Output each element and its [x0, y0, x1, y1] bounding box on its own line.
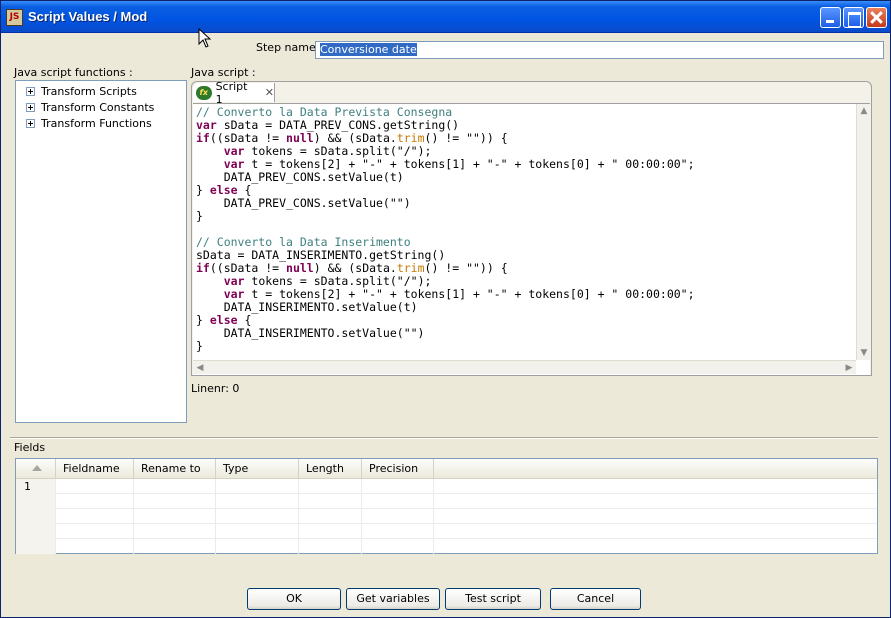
expand-icon[interactable]: [26, 118, 35, 128]
get-variables-button[interactable]: Get variables: [346, 588, 440, 610]
column-header[interactable]: Precision: [362, 459, 434, 479]
row-number-header[interactable]: [16, 459, 56, 479]
code-line[interactable]: DATA_PREV_CONS.setValue(t): [196, 171, 695, 184]
code-line[interactable]: }: [196, 340, 695, 353]
fx-script-icon: fx: [196, 85, 212, 100]
table-cell[interactable]: [362, 479, 434, 494]
tab-script-1[interactable]: fx Script 1 ✕: [193, 80, 275, 106]
line-number-status: Linenr: 0: [191, 382, 240, 395]
window-title: Script Values / Mod: [28, 9, 148, 24]
step-name-input[interactable]: Conversione date: [315, 41, 884, 59]
maximize-button[interactable]: [843, 7, 864, 28]
table-row[interactable]: 1: [16, 479, 877, 494]
java-script-label: Java script :: [191, 66, 256, 79]
fields-table[interactable]: Fieldname Rename to Type Length Precisio…: [15, 458, 878, 554]
javascript-app-icon: JS: [6, 9, 23, 26]
tree-item-transform-constants[interactable]: Transform Constants: [26, 100, 154, 114]
code-line[interactable]: }: [196, 210, 695, 223]
empty-row: [16, 524, 877, 539]
table-cell[interactable]: [299, 479, 362, 494]
close-icon: [867, 8, 886, 27]
expand-icon[interactable]: [26, 102, 35, 112]
script-code[interactable]: // Converto la Data Prevista Consegna var…: [196, 106, 695, 353]
code-line[interactable]: DATA_INSERIMENTO.setValue(""): [196, 327, 695, 340]
table-cell[interactable]: [216, 479, 299, 494]
scroll-up-icon[interactable]: ▲: [857, 104, 870, 118]
step-name-value: Conversione date: [320, 43, 417, 56]
tree-item-transform-scripts[interactable]: Transform Scripts: [26, 84, 137, 98]
code-line[interactable]: DATA_INSERIMENTO.setValue(t): [196, 301, 695, 314]
mouse-pointer-icon: [198, 28, 212, 48]
code-line[interactable]: DATA_PREV_CONS.setValue(""): [196, 197, 695, 210]
separator: [10, 437, 878, 439]
functions-tree[interactable]: Transform Scripts Transform Constants Tr…: [15, 80, 187, 423]
tab-close-icon[interactable]: ✕: [265, 86, 274, 99]
test-script-button[interactable]: Test script: [445, 588, 541, 610]
cancel-button[interactable]: Cancel: [550, 588, 641, 610]
step-name-label: Step name: [256, 41, 316, 54]
minimize-icon: [821, 8, 840, 27]
script-editor[interactable]: // Converto la Data Prevista Consegna var…: [193, 103, 870, 375]
scroll-right-icon[interactable]: ▶: [842, 361, 856, 375]
tree-item-label: Transform Functions: [41, 116, 152, 130]
script-tab-folder: fx Script 1 ✕ // Converto la Data Previs…: [191, 80, 872, 376]
empty-row: [16, 539, 877, 554]
column-header[interactable]: Type: [216, 459, 299, 479]
tab-label: Script 1: [215, 79, 248, 106]
dialog-window: JS Script Values / Mod Step name Convers…: [0, 0, 891, 618]
close-button[interactable]: [866, 7, 887, 28]
tree-item-label: Transform Scripts: [41, 84, 137, 98]
scroll-down-icon[interactable]: ▼: [857, 346, 870, 360]
table-header: Fieldname Rename to Type Length Precisio…: [16, 459, 877, 479]
expand-icon[interactable]: [26, 86, 35, 96]
title-bar[interactable]: JS Script Values / Mod: [1, 1, 890, 33]
ok-button[interactable]: OK: [247, 588, 341, 610]
table-cell[interactable]: [134, 479, 216, 494]
vertical-scrollbar[interactable]: ▲ ▼: [856, 104, 870, 360]
fields-label: Fields: [14, 441, 46, 454]
column-header[interactable]: Length: [299, 459, 362, 479]
maximize-icon: [844, 8, 863, 27]
column-header[interactable]: Fieldname: [56, 459, 134, 479]
tree-item-label: Transform Constants: [41, 100, 155, 114]
minimize-button[interactable]: [820, 7, 841, 28]
functions-label: Java script functions :: [14, 66, 133, 79]
scroll-left-icon[interactable]: ◀: [193, 361, 207, 375]
sort-arrow-icon: [32, 465, 42, 471]
empty-row: [16, 494, 877, 509]
row-number: 1: [16, 479, 56, 494]
column-header[interactable]: Rename to: [134, 459, 216, 479]
empty-row: [16, 509, 877, 524]
horizontal-scrollbar[interactable]: ◀ ▶: [193, 360, 856, 374]
tree-item-transform-functions[interactable]: Transform Functions: [26, 116, 152, 130]
table-cell[interactable]: [56, 479, 134, 494]
